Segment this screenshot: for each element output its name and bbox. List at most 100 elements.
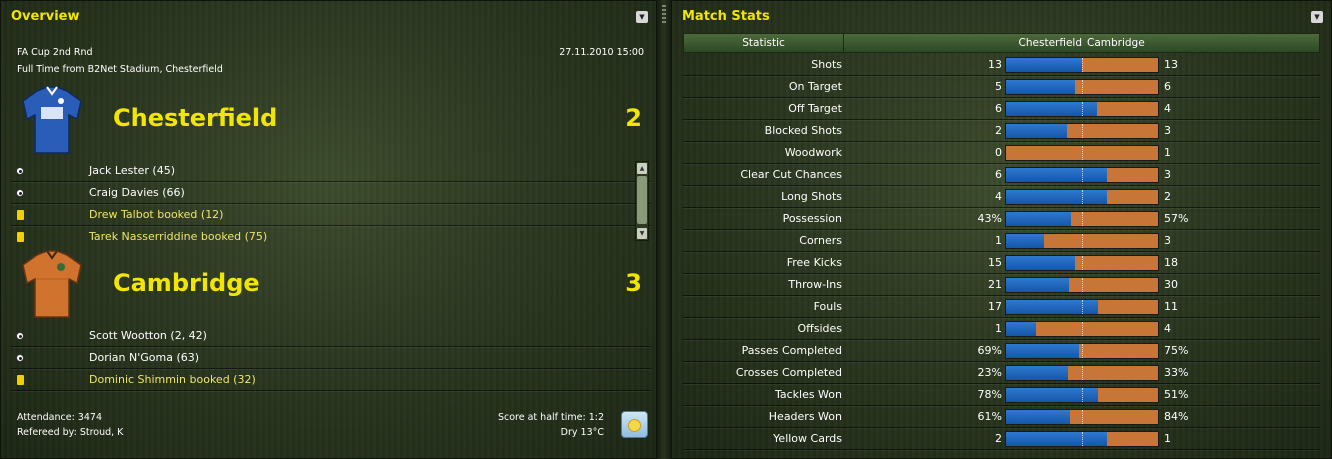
stat-label: Long Shots bbox=[781, 190, 842, 203]
away-value: 2 bbox=[1164, 190, 1171, 203]
list-item[interactable]: Tarek Nasserriddine booked (75) bbox=[11, 226, 651, 248]
comparison-bar bbox=[1005, 211, 1159, 227]
venue-line: Full Time from B2Net Stadium, Chesterfie… bbox=[17, 64, 223, 75]
bar-midline bbox=[1082, 388, 1083, 402]
away-team-name[interactable]: Cambridge bbox=[113, 269, 260, 297]
yellow-card-icon bbox=[17, 232, 24, 242]
home-kit-icon bbox=[22, 86, 82, 154]
scroll-thumb[interactable] bbox=[637, 176, 647, 224]
stats-table-header: Statistic Chesterfield Cambridge bbox=[683, 33, 1320, 53]
table-row: Off Target 6 4 bbox=[683, 98, 1320, 120]
overview-menu-chevron-icon[interactable]: ▼ bbox=[636, 11, 648, 23]
scroll-down-arrow-icon[interactable]: ▼ bbox=[637, 228, 647, 239]
away-value: 30 bbox=[1164, 278, 1178, 291]
home-bar-fill bbox=[1006, 190, 1107, 204]
stat-label: On Target bbox=[788, 80, 842, 93]
competition-label: FA Cup 2nd Rnd bbox=[17, 47, 93, 58]
table-row: On Target 5 6 bbox=[683, 76, 1320, 98]
home-value: 17 bbox=[988, 300, 1002, 313]
home-value: 13 bbox=[988, 58, 1002, 71]
away-value: 3 bbox=[1164, 168, 1171, 181]
list-item[interactable]: Dorian N'Goma (63) bbox=[11, 347, 651, 369]
event-text: Tarek Nasserriddine booked (75) bbox=[89, 230, 268, 243]
comparison-bar bbox=[1005, 277, 1159, 293]
event-text: Dorian N'Goma (63) bbox=[89, 351, 200, 364]
comparison-bar bbox=[1005, 101, 1159, 117]
stat-label: Possession bbox=[782, 212, 842, 225]
weather-text: Dry 13°C bbox=[560, 427, 604, 438]
away-value: 75% bbox=[1164, 344, 1189, 357]
comparison-bar bbox=[1005, 365, 1159, 381]
home-value: 0 bbox=[995, 146, 1002, 159]
comparison-bar bbox=[1005, 343, 1159, 359]
comparison-bar bbox=[1005, 255, 1159, 271]
comparison-bar bbox=[1005, 387, 1159, 403]
ball-icon bbox=[16, 354, 24, 362]
home-events-list: Jack Lester (45) Craig Davies (66) Drew … bbox=[11, 160, 651, 248]
comparison-bar bbox=[1005, 431, 1159, 447]
list-item[interactable]: Scott Wootton (2, 42) bbox=[11, 325, 651, 347]
overview-title: Overview bbox=[11, 9, 80, 24]
panel-splitter[interactable] bbox=[657, 0, 671, 459]
table-row: Crosses Completed 23% 33% bbox=[683, 362, 1320, 384]
home-value: 2 bbox=[995, 432, 1002, 445]
away-value: 13 bbox=[1164, 58, 1178, 71]
table-row: Clear Cut Chances 6 3 bbox=[683, 164, 1320, 186]
match-datetime: 27.11.2010 15:00 bbox=[559, 47, 644, 58]
column-header-statistic[interactable]: Statistic bbox=[684, 34, 844, 52]
list-item[interactable]: Drew Talbot booked (12) bbox=[11, 204, 651, 226]
home-value: 1 bbox=[995, 322, 1002, 335]
away-value: 1 bbox=[1164, 146, 1171, 159]
stat-label: Woodwork bbox=[784, 146, 842, 159]
home-bar-fill bbox=[1006, 80, 1075, 94]
event-text: Drew Talbot booked (12) bbox=[89, 208, 224, 221]
home-bar-fill bbox=[1006, 300, 1098, 314]
table-row: Offsides 1 4 bbox=[683, 318, 1320, 340]
away-value: 18 bbox=[1164, 256, 1178, 269]
table-row: Headers Won 61% 84% bbox=[683, 406, 1320, 428]
bar-midline bbox=[1082, 300, 1083, 314]
bar-midline bbox=[1082, 256, 1083, 270]
away-value: 84% bbox=[1164, 410, 1189, 423]
comparison-bar bbox=[1005, 79, 1159, 95]
comparison-bar bbox=[1005, 409, 1159, 425]
scroll-up-arrow-icon[interactable]: ▲ bbox=[637, 163, 647, 174]
list-item[interactable]: Dominic Shimmin booked (32) bbox=[11, 369, 651, 391]
home-value: 61% bbox=[977, 410, 1002, 423]
home-value: 43% bbox=[977, 212, 1002, 225]
table-row: Passes Completed 69% 75% bbox=[683, 340, 1320, 362]
event-text: Craig Davies (66) bbox=[89, 186, 185, 199]
away-value: 4 bbox=[1164, 102, 1171, 115]
bar-midline bbox=[1082, 58, 1083, 72]
stat-label: Off Target bbox=[788, 102, 842, 115]
halftime-score: Score at half time: 1:2 bbox=[497, 412, 604, 423]
stat-label: Clear Cut Chances bbox=[740, 168, 842, 181]
bar-midline bbox=[1082, 124, 1083, 138]
comparison-bar bbox=[1005, 299, 1159, 315]
column-header-away[interactable]: Cambridge bbox=[1087, 34, 1167, 53]
home-bar-fill bbox=[1006, 366, 1068, 380]
ball-icon bbox=[16, 332, 24, 340]
home-value: 6 bbox=[995, 102, 1002, 115]
home-team-name[interactable]: Chesterfield bbox=[113, 104, 277, 132]
home-bar-fill bbox=[1006, 344, 1079, 358]
splitter-grip-icon[interactable] bbox=[662, 5, 666, 23]
home-bar-fill bbox=[1006, 58, 1082, 72]
stat-label: Throw-Ins bbox=[788, 278, 842, 291]
home-team-score: 2 bbox=[625, 104, 642, 132]
attendance: Attendance: 3474 bbox=[17, 412, 102, 423]
away-team-score: 3 bbox=[625, 269, 642, 297]
home-value: 15 bbox=[988, 256, 1002, 269]
column-header-home[interactable]: Chesterfield bbox=[996, 34, 1082, 53]
list-item[interactable]: Craig Davies (66) bbox=[11, 182, 651, 204]
away-value: 3 bbox=[1164, 234, 1171, 247]
bar-midline bbox=[1082, 212, 1083, 226]
away-value: 3 bbox=[1164, 124, 1171, 137]
event-text: Dominic Shimmin booked (32) bbox=[89, 373, 256, 386]
bar-midline bbox=[1082, 102, 1083, 116]
bar-midline bbox=[1082, 322, 1083, 336]
match-stats-menu-chevron-icon[interactable]: ▼ bbox=[1311, 11, 1323, 23]
list-item[interactable]: Jack Lester (45) bbox=[11, 160, 651, 182]
home-value: 21 bbox=[988, 278, 1002, 291]
home-events-scrollbar[interactable]: ▲ ▼ bbox=[635, 161, 649, 241]
